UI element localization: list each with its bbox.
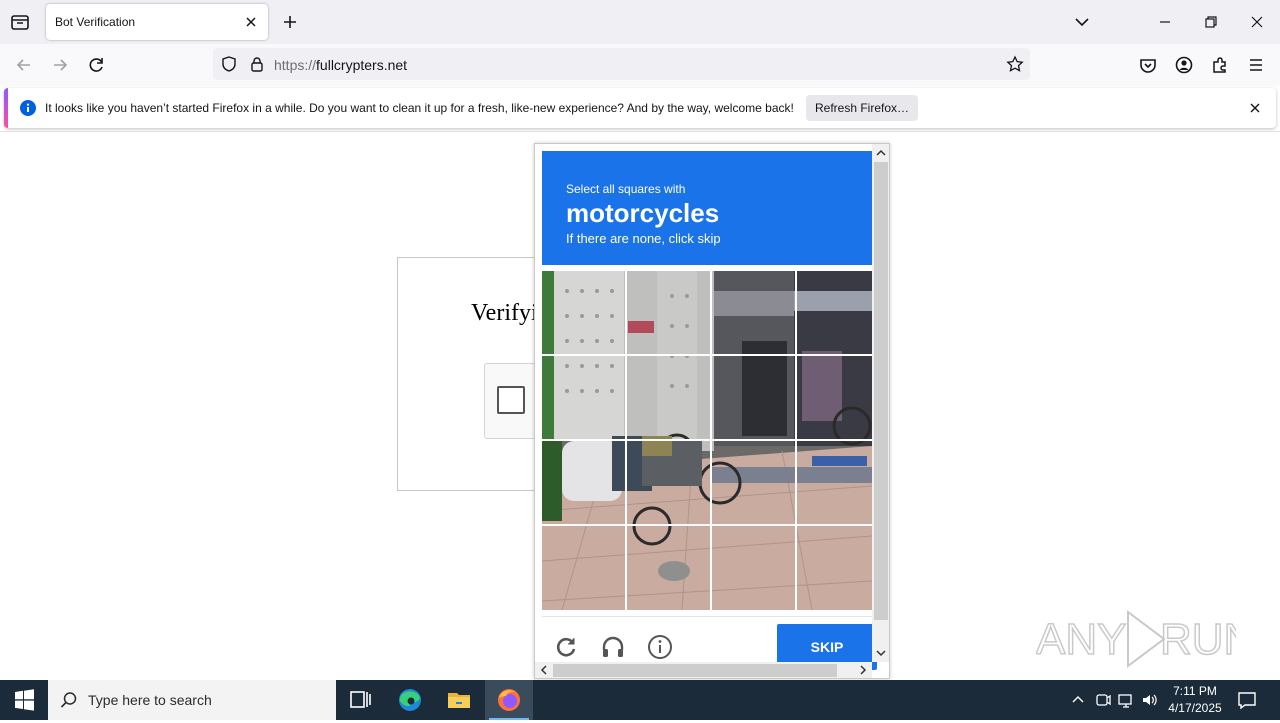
refresh-firefox-notification: It looks like you haven’t started Firefo… (4, 88, 1276, 128)
windows-start-icon[interactable] (0, 680, 48, 720)
action-center-notifications-icon[interactable] (1236, 689, 1258, 711)
info-help-icon[interactable] (647, 634, 673, 660)
verification-heading: Verifyi (471, 300, 538, 326)
reload-challenge-icon[interactable] (553, 634, 579, 660)
svg-text:RUN: RUN (1160, 615, 1236, 664)
edge-browser-icon[interactable] (386, 680, 434, 720)
network-icon[interactable] (1117, 690, 1135, 710)
close-window-icon[interactable] (1247, 12, 1267, 32)
skip-instruction: If there are none, click skip (566, 231, 721, 246)
tracking-protection-shield-icon[interactable] (220, 55, 238, 73)
grid-line (542, 354, 872, 356)
firefox-icon (498, 689, 520, 711)
grid-cell-r3c1[interactable] (542, 441, 625, 524)
horizontal-scroll-thumb[interactable] (553, 664, 837, 677)
grid-cell-r1c1[interactable] (542, 271, 625, 354)
info-icon (20, 100, 36, 116)
grid-cell-r3c3[interactable] (712, 441, 795, 524)
scroll-left-arrow-icon[interactable] (538, 664, 550, 676)
grid-cell-r3c4[interactable] (797, 441, 872, 524)
bookmark-star-icon[interactable] (1006, 55, 1024, 73)
close-notification-icon[interactable] (1247, 100, 1263, 116)
challenge-header: Select all squares with motorcycles If t… (542, 151, 872, 265)
taskbar-search-box[interactable]: Type here to search (48, 680, 336, 720)
refresh-firefox-button[interactable]: Refresh Firefox… (806, 95, 918, 121)
grid-cell-r4c2[interactable] (627, 526, 710, 609)
system-clock[interactable]: 7:11 PM 4/17/2025 (1164, 683, 1226, 717)
minimize-icon[interactable] (1155, 12, 1175, 32)
not-a-robot-checkbox[interactable] (497, 386, 525, 414)
grid-cell-r4c1[interactable] (542, 526, 625, 609)
tab-bot-verification[interactable]: Bot Verification (46, 4, 268, 40)
search-placeholder: Type here to search (88, 692, 212, 708)
back-arrow-icon[interactable] (13, 54, 35, 76)
scroll-up-arrow-icon[interactable] (875, 147, 887, 159)
task-view-icon[interactable] (336, 680, 384, 720)
captcha-challenge-popup: Select all squares with motorcycles If t… (534, 143, 890, 679)
close-tab-icon[interactable] (242, 13, 260, 31)
file-explorer-icon[interactable] (435, 680, 483, 720)
address-bar[interactable]: https://fullcrypters.net (213, 48, 1030, 80)
content-separator (0, 131, 1280, 132)
url-scheme: https:// (274, 57, 317, 73)
notification-accent (4, 88, 8, 128)
new-tab-icon[interactable] (280, 12, 300, 32)
vertical-scroll-thumb[interactable] (874, 162, 888, 620)
pocket-icon[interactable] (1137, 54, 1159, 76)
search-icon (60, 692, 77, 708)
volume-icon[interactable] (1141, 690, 1159, 710)
svg-text:ANY: ANY (1036, 615, 1126, 664)
grid-cell-r3c2[interactable] (627, 441, 710, 524)
audio-challenge-headphones-icon[interactable] (600, 634, 626, 660)
grid-cell-r2c2[interactable] (627, 356, 710, 439)
instruction-text: Select all squares with (566, 182, 686, 196)
menu-icon[interactable] (1245, 54, 1267, 76)
show-hidden-icons-chevron-icon[interactable] (1069, 690, 1087, 710)
grid-cell-r2c3[interactable] (712, 356, 795, 439)
scroll-right-arrow-icon[interactable] (857, 664, 869, 676)
grid-line (542, 439, 872, 441)
reload-icon[interactable] (85, 54, 107, 76)
extensions-icon[interactable] (1209, 54, 1231, 76)
clock-date: 4/17/2025 (1168, 701, 1222, 715)
lock-icon[interactable] (248, 55, 266, 73)
firefox-view-icon[interactable] (8, 10, 32, 34)
anyrun-watermark-logo: ANY RUN (1036, 610, 1236, 668)
grid-line (542, 524, 872, 526)
grid-cell-r4c4[interactable] (797, 526, 872, 609)
list-all-tabs-icon[interactable] (1072, 12, 1092, 32)
grid-cell-r1c4[interactable] (797, 271, 872, 354)
challenge-target: motorcycles (566, 198, 720, 228)
notification-message: It looks like you haven’t started Firefo… (45, 101, 794, 115)
windows-taskbar: Type here to search 7:11 PM 4/17/2025 (0, 680, 1280, 720)
url-text[interactable]: https://fullcrypters.net (274, 57, 407, 73)
grid-cell-r2c4[interactable] (797, 356, 872, 439)
url-host: fullcrypters.net (316, 57, 408, 73)
clock-time: 7:11 PM (1173, 684, 1217, 698)
grid-cell-r4c3[interactable] (712, 526, 795, 609)
firefox-taskbar-button[interactable] (485, 680, 533, 720)
forward-arrow-icon[interactable] (49, 54, 71, 76)
account-icon[interactable] (1173, 54, 1195, 76)
challenge-footer-divider (542, 616, 872, 617)
grid-cell-r1c3[interactable] (712, 271, 795, 354)
grid-cell-r1c2[interactable] (627, 271, 710, 354)
grid-cell-r2c1[interactable] (542, 356, 625, 439)
restore-icon[interactable] (1201, 12, 1221, 32)
tab-title: Bot Verification (55, 15, 136, 29)
scroll-down-arrow-icon[interactable] (875, 647, 887, 659)
tab-strip: Bot Verification (0, 0, 1280, 44)
vertical-scrollbar[interactable] (872, 144, 889, 662)
challenge-image-grid (542, 271, 872, 610)
horizontal-scrollbar[interactable] (535, 662, 872, 678)
meet-now-icon[interactable] (1094, 690, 1112, 710)
